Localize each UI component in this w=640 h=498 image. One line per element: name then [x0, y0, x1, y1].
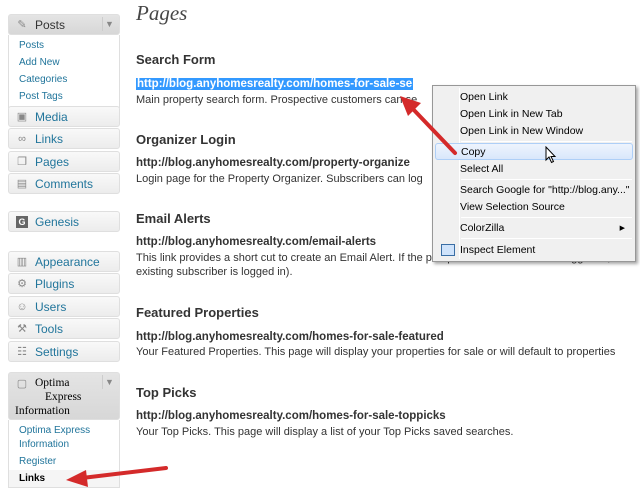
menu-links[interactable]: ∞ Links: [8, 128, 120, 149]
menu-tools[interactable]: ⚒ Tools: [8, 318, 120, 339]
menu-links-label: Links: [35, 131, 64, 146]
pushpin-icon: ✎: [17, 19, 27, 31]
menu-users[interactable]: ☺ Users: [8, 296, 120, 317]
pages-icon: ❐: [17, 156, 27, 168]
menu-pages-label: Pages: [35, 154, 70, 169]
menu-view-selection-source[interactable]: View Selection Source: [435, 198, 633, 215]
section-desc: Main property search form. Prospective c…: [136, 94, 418, 106]
menu-separator: [461, 141, 632, 142]
users-icon: ☺: [16, 300, 28, 313]
menu-tools-label: Tools: [35, 321, 64, 336]
section-heading: Organizer Login: [136, 132, 236, 147]
submenu-register[interactable]: Register: [9, 453, 119, 470]
appearance-icon: ▥: [16, 256, 28, 268]
menu-settings-label: Settings: [35, 344, 79, 359]
menu-genesis[interactable]: G Genesis: [8, 211, 120, 232]
context-menu: Open Link Open Link in New Tab Open Link…: [432, 85, 636, 262]
submenu-information[interactable]: Information: [9, 436, 119, 453]
menu-separator: [461, 238, 632, 239]
optima-icon: ▢: [16, 377, 28, 390]
genesis-icon: G: [15, 215, 29, 229]
menu-inspect-element[interactable]: Inspect Element: [435, 241, 633, 258]
chevron-down-icon[interactable]: ▼: [102, 375, 116, 389]
menu-plugins-label: Plugins: [35, 276, 75, 291]
menu-posts-label: Posts: [35, 17, 66, 32]
section-url[interactable]: http://blog.anyhomesrealty.com/property-…: [136, 157, 410, 169]
menu-open-link-new-tab[interactable]: Open Link in New Tab: [435, 105, 633, 122]
submenu-categories[interactable]: Categories: [9, 71, 119, 88]
settings-icon: ☷: [17, 346, 27, 358]
menu-comments-label: Comments: [35, 176, 94, 191]
mouse-cursor-icon: [545, 146, 557, 164]
plugin-icon: ⚙: [17, 278, 27, 290]
menu-appearance-label: Appearance: [35, 254, 100, 269]
section-url[interactable]: http://blog.anyhomesrealty.com/homes-for…: [136, 410, 446, 422]
menu-copy[interactable]: Copy: [435, 143, 633, 160]
section-desc: Your Top Picks. This page will display a…: [136, 426, 514, 438]
menu-open-link[interactable]: Open Link: [435, 88, 633, 105]
menu-separator: [461, 217, 632, 218]
section-desc: Your Featured Properties. This page will…: [136, 346, 616, 358]
submenu-posts[interactable]: Posts: [9, 37, 119, 54]
admin-sidebar: ✎ Posts ▼ Posts Add New Categories Post …: [0, 0, 126, 498]
section-heading: Email Alerts: [136, 211, 211, 226]
section-url[interactable]: http://blog.anyhomesrealty.com/email-ale…: [136, 236, 376, 248]
media-icon: ▣: [16, 111, 28, 123]
submenu-links[interactable]: Links: [9, 470, 119, 487]
menu-users-label: Users: [35, 299, 67, 314]
section-url[interactable]: http://blog.anyhomesrealty.com/homes-for…: [136, 331, 444, 343]
menu-posts[interactable]: ✎ Posts ▼: [8, 14, 120, 35]
menu-colorzilla-label: ColorZilla: [460, 221, 505, 234]
section-desc-cont: existing subscriber is logged in).: [136, 266, 293, 278]
menu-colorzilla[interactable]: ColorZilla ▶: [435, 219, 633, 236]
section-url-selected[interactable]: http://blog.anyhomesrealty.com/homes-for…: [136, 78, 414, 90]
section-heading: Top Picks: [136, 385, 197, 400]
menu-separator: [461, 179, 632, 180]
optima-submenu: Optima Express Information Register Link…: [8, 420, 120, 488]
menu-search-google[interactable]: Search Google for "http://blog.any...": [435, 181, 633, 198]
menu-optima-express[interactable]: ▢ Optima Express Information ▼: [8, 372, 120, 420]
inspect-icon: [441, 243, 455, 256]
menu-genesis-label: Genesis: [35, 214, 80, 229]
menu-appearance[interactable]: ▥ Appearance: [8, 251, 120, 272]
section-heading: Featured Properties: [136, 305, 259, 320]
page-title: Pages: [136, 1, 188, 25]
chevron-down-icon[interactable]: ▼: [102, 17, 116, 31]
menu-pages[interactable]: ❐ Pages: [8, 151, 120, 172]
section-desc: Login page for the Property Organizer. S…: [136, 173, 423, 185]
menu-inspect-element-label: Inspect Element: [460, 243, 536, 256]
submenu-arrow-icon: ▶: [619, 224, 625, 232]
link-icon: ∞: [18, 132, 26, 145]
menu-plugins[interactable]: ⚙ Plugins: [8, 273, 120, 294]
menu-media[interactable]: ▣ Media: [8, 106, 120, 127]
tools-icon: ⚒: [17, 323, 27, 335]
submenu-add-new[interactable]: Add New: [9, 54, 119, 71]
comment-icon: ▤: [16, 178, 28, 190]
section-heading: Search Form: [136, 52, 216, 67]
menu-select-all[interactable]: Select All: [435, 160, 633, 177]
posts-submenu: Posts Add New Categories Post Tags: [8, 35, 120, 108]
menu-settings[interactable]: ☷ Settings: [8, 341, 120, 362]
menu-media-label: Media: [35, 109, 68, 124]
menu-open-link-new-window[interactable]: Open Link in New Window: [435, 122, 633, 139]
optima-label: Optima Express Information: [15, 377, 82, 417]
menu-comments[interactable]: ▤ Comments: [8, 173, 120, 194]
submenu-post-tags[interactable]: Post Tags: [9, 88, 119, 105]
